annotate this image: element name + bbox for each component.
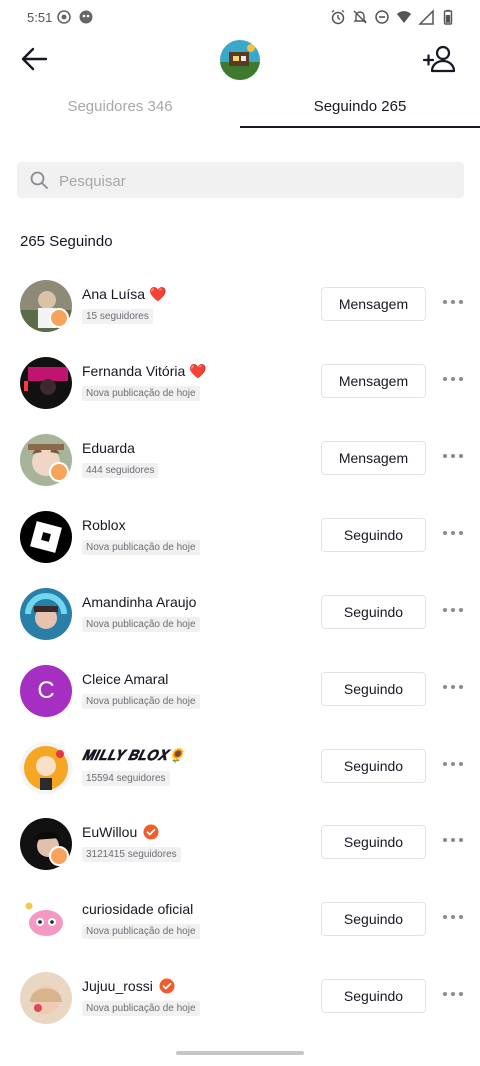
do-not-disturb-icon: [375, 10, 389, 24]
following-button[interactable]: Seguindo: [321, 902, 426, 936]
status-bar: 5:51: [0, 0, 480, 36]
wifi-icon: [397, 11, 411, 23]
list-item[interactable]: Fernanda Vitória ❤️ Nova publicação de h…: [0, 345, 480, 421]
user-name[interactable]: Amandinha Araujo: [82, 594, 196, 610]
following-button[interactable]: Seguindo: [321, 749, 426, 783]
avatar[interactable]: [20, 972, 72, 1024]
friend-badge-icon: [49, 462, 69, 482]
user-subtitle: Nova publicação de hoje: [82, 386, 200, 401]
search-input[interactable]: [57, 162, 451, 200]
list-item[interactable]: Roblox Nova publicação de hoje Seguindo: [0, 499, 480, 575]
avatar[interactable]: [20, 357, 72, 409]
app-notification-icon: [79, 10, 93, 24]
following-button[interactable]: Seguindo: [321, 595, 426, 629]
avatar[interactable]: [20, 511, 72, 563]
user-subtitle: 444 seguidores: [82, 463, 159, 478]
avatar[interactable]: [20, 895, 72, 947]
tab-bar: Seguidores 346 Seguindo 265: [0, 96, 480, 130]
user-name[interactable]: EuWillou: [82, 824, 159, 840]
user-subtitle: 15594 seguidores: [82, 771, 170, 786]
active-tab-indicator: [240, 126, 480, 128]
avatar-initial: C: [37, 677, 55, 704]
list-item[interactable]: EuWillou 3121415 seguidores Seguindo: [0, 806, 480, 882]
message-button[interactable]: Mensagem: [321, 441, 426, 475]
list-item[interactable]: Amandinha Araujo Nova publicação de hoje…: [0, 576, 480, 652]
user-name[interactable]: Roblox: [82, 517, 126, 533]
list-item[interactable]: C Cleice Amaral Nova publicação de hoje …: [0, 653, 480, 729]
verified-badge-icon: [143, 824, 159, 840]
more-options-icon[interactable]: [441, 525, 465, 541]
user-name[interactable]: Ana Luísa ❤️: [82, 286, 166, 303]
list-item[interactable]: 𝑴𝑰𝑳𝑳𝒀 𝑩𝑳𝑶𝑿🌻 15594 seguidores Seguindo: [0, 730, 480, 806]
user-name[interactable]: curiosidade oficial: [82, 901, 193, 917]
avatar[interactable]: C: [20, 665, 72, 717]
battery-icon: [443, 9, 453, 25]
user-name[interactable]: Eduarda: [82, 440, 135, 456]
user-subtitle: Nova publicação de hoje: [82, 1001, 200, 1016]
more-options-icon[interactable]: [441, 909, 465, 925]
back-button[interactable]: [18, 42, 52, 76]
avatar[interactable]: [20, 742, 72, 794]
following-count: 265 Seguindo: [20, 233, 113, 250]
message-button[interactable]: Mensagem: [321, 287, 426, 321]
add-user-button[interactable]: [422, 42, 458, 76]
following-button[interactable]: Seguindo: [321, 518, 426, 552]
arrow-left-icon: [21, 47, 48, 71]
profile-avatar[interactable]: [220, 40, 260, 80]
list-item[interactable]: Ana Luísa ❤️ 15 seguidores Mensagem: [0, 268, 480, 344]
more-options-icon[interactable]: [441, 371, 465, 387]
user-subtitle: 3121415 seguidores: [82, 847, 181, 862]
more-options-icon[interactable]: [441, 986, 465, 1002]
user-subtitle: 15 seguidores: [82, 309, 153, 324]
more-options-icon[interactable]: [441, 679, 465, 695]
user-name[interactable]: 𝑴𝑰𝑳𝑳𝒀 𝑩𝑳𝑶𝑿🌻: [82, 748, 185, 765]
user-subtitle: Nova publicação de hoje: [82, 924, 200, 939]
user-subtitle: Nova publicação de hoje: [82, 617, 200, 632]
user-name[interactable]: Cleice Amaral: [82, 671, 168, 687]
friend-badge-icon: [49, 308, 69, 328]
list-item[interactable]: Jujuu_rossi Nova publicação de hoje Segu…: [0, 960, 480, 1036]
user-name[interactable]: Jujuu_rossi: [82, 978, 175, 994]
more-options-icon[interactable]: [441, 602, 465, 618]
tab-following[interactable]: Seguindo 265: [240, 96, 480, 128]
verified-badge-icon: [159, 978, 175, 994]
following-button[interactable]: Seguindo: [321, 672, 426, 706]
list-item[interactable]: Eduarda 444 seguidores Mensagem: [0, 422, 480, 498]
more-options-icon[interactable]: [441, 756, 465, 772]
following-button[interactable]: Seguindo: [321, 825, 426, 859]
avatar[interactable]: [20, 588, 72, 640]
more-options-icon[interactable]: [441, 294, 465, 310]
friend-badge-icon: [49, 846, 69, 866]
alarm-icon: [331, 9, 345, 25]
notifications-off-icon: [353, 10, 367, 24]
header: [0, 36, 480, 82]
more-options-icon[interactable]: [441, 832, 465, 848]
add-user-icon: [422, 45, 456, 73]
search-bar[interactable]: [17, 162, 464, 200]
user-subtitle: Nova publicação de hoje: [82, 694, 200, 709]
tab-followers[interactable]: Seguidores 346: [0, 96, 240, 128]
signal-icon: [418, 9, 434, 25]
message-button[interactable]: Mensagem: [321, 364, 426, 398]
user-name[interactable]: Fernanda Vitória ❤️: [82, 363, 207, 380]
list-item[interactable]: curiosidade oficial Nova publicação de h…: [0, 883, 480, 959]
record-icon: [57, 10, 71, 24]
status-time: 5:51: [27, 10, 53, 25]
home-indicator[interactable]: [176, 1051, 304, 1055]
search-icon: [30, 171, 48, 189]
following-button[interactable]: Seguindo: [321, 979, 426, 1013]
user-subtitle: Nova publicação de hoje: [82, 540, 200, 555]
more-options-icon[interactable]: [441, 448, 465, 464]
